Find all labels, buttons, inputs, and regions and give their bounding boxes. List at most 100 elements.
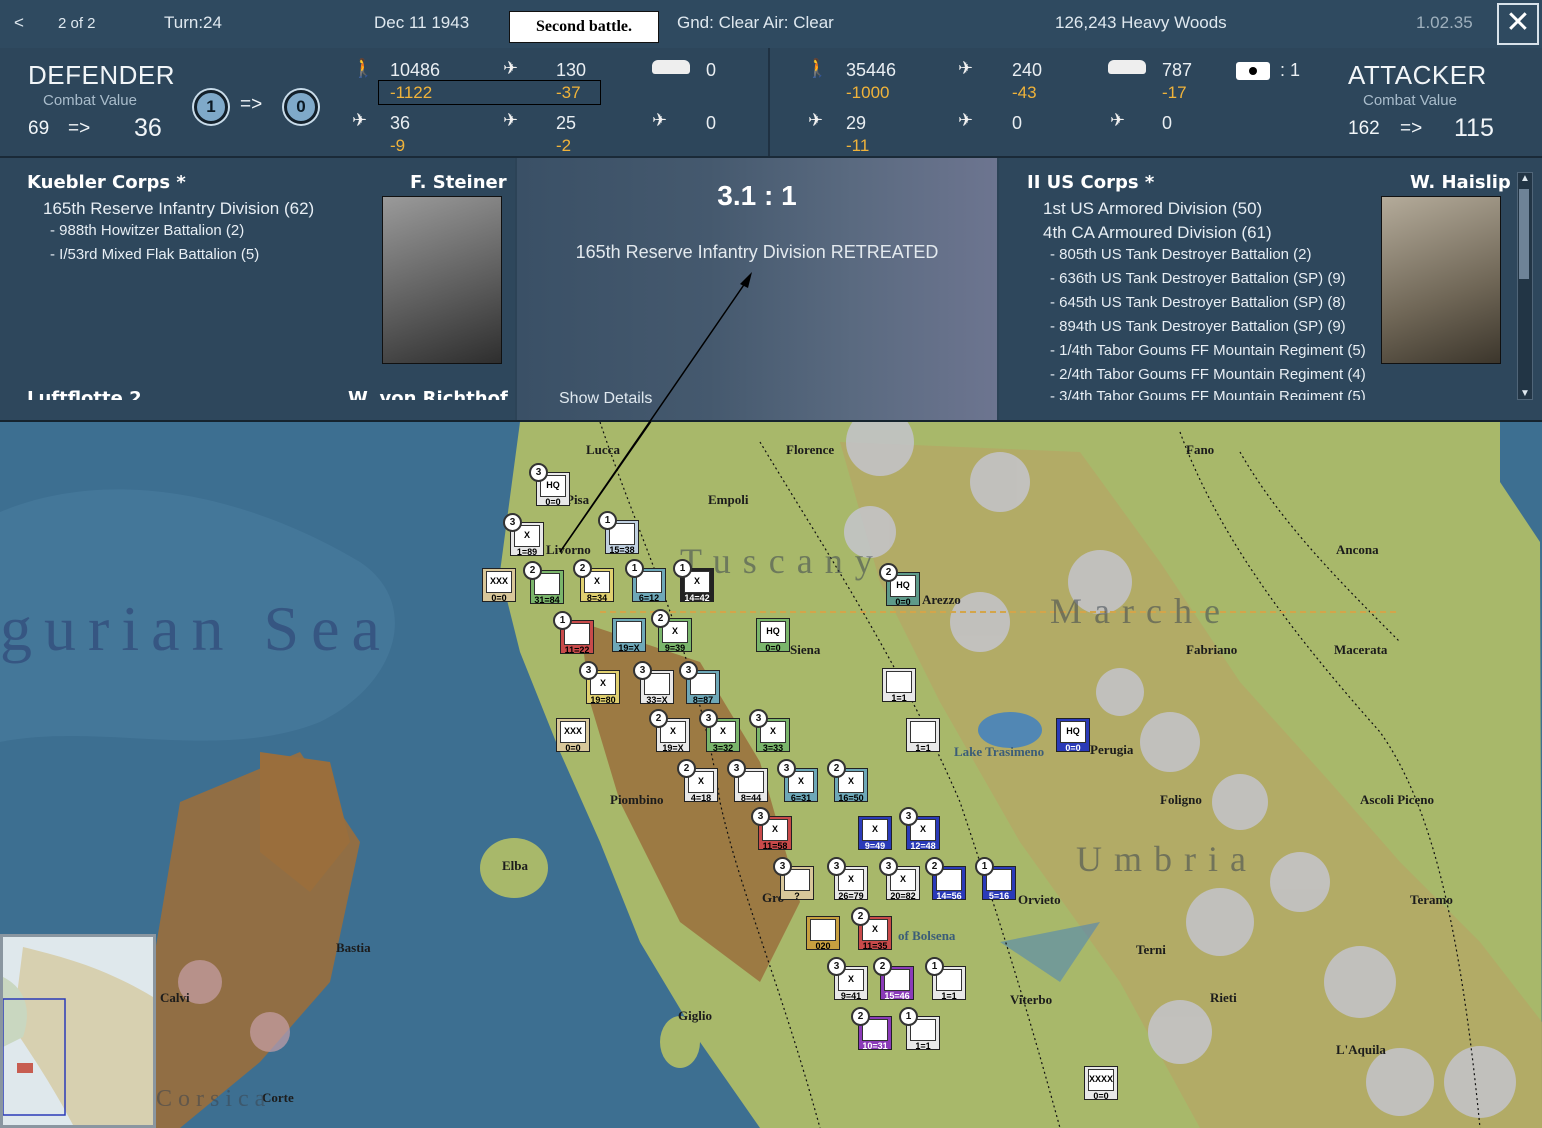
unit-counter[interactable]: HQ 0=0 (756, 618, 790, 653)
unit-counter[interactable]: XXX 0=0 (482, 568, 516, 603)
show-details-link[interactable]: Show Details (559, 390, 652, 408)
unit-experience-badge: 3 (529, 463, 548, 482)
unit-counter[interactable]: X 1=89 3 (503, 513, 544, 557)
unit-counter[interactable]: X 16=50 2 (827, 759, 868, 803)
battle-result-text: 165th Reserve Infantry Division RETREATE… (575, 242, 939, 262)
unit-strength-label: 33=X (646, 695, 668, 705)
battle-selector-button[interactable]: Second battle. (509, 11, 659, 43)
unit-counter[interactable]: 1=1 1 (899, 1007, 940, 1051)
unit-counter[interactable]: X 11=35 2 (851, 907, 892, 951)
unit-strength-label: 0=0 (545, 497, 561, 507)
unit-counter[interactable]: 19=X (612, 618, 646, 653)
city-label: Macerata (1334, 642, 1388, 657)
unit-counter[interactable]: XXXX 0=0 (1084, 1066, 1118, 1101)
unit-counter[interactable]: 8=87 3 (679, 661, 720, 705)
scroll-thumb[interactable] (1519, 189, 1529, 279)
page-indicator: 2 of 2 (58, 15, 96, 32)
attacker-subunit[interactable]: - 3/4th Tabor Goums FF Mountain Regiment… (1050, 388, 1366, 400)
attacker-tanks: 787 (1162, 60, 1193, 80)
top-bar: < 2 of 2 Turn:24 Dec 11 1943 Second batt… (0, 0, 1542, 49)
attacker-scrollbar[interactable]: ▲ ▼ (1517, 172, 1533, 400)
unit-counter[interactable]: HQ 0=0 (1056, 718, 1090, 753)
prev-icon[interactable]: < (14, 13, 24, 33)
unit-counter[interactable]: X 9=41 3 (827, 957, 868, 1001)
defender-subunit[interactable]: - 988th Howitzer Battalion (2) (50, 222, 244, 239)
close-icon[interactable]: ✕ (1497, 3, 1539, 45)
unit-counter[interactable]: X 3=32 3 (699, 709, 740, 753)
unit-counter[interactable]: 31=84 2 (523, 561, 564, 605)
unit-counter[interactable]: 1=1 (906, 718, 940, 753)
unit-counter[interactable]: X 14=42 1 (673, 559, 714, 603)
defender-division[interactable]: 165th Reserve Infantry Division (62) (43, 199, 314, 219)
unit-counter[interactable]: 8=44 3 (727, 759, 768, 803)
city-label: Livorno (546, 542, 591, 557)
unit-counter[interactable]: 33=X 3 (633, 661, 674, 705)
unit-counter[interactable]: X 3=33 3 (749, 709, 790, 753)
attacker-subunit[interactable]: - 636th US Tank Destroyer Battalion (SP)… (1050, 270, 1346, 287)
unit-counter[interactable]: X 11=58 3 (751, 807, 792, 851)
unit-strength-label: 19=X (662, 743, 684, 753)
unit-counter[interactable]: 11=22 1 (553, 611, 594, 655)
unit-counter[interactable]: 10=31 2 (851, 1007, 892, 1051)
unit-strength-label: 11=58 (762, 841, 788, 851)
unit-experience-badge: 1 (598, 511, 617, 530)
unit-strength-label: 1=1 (915, 1041, 931, 1051)
unit-experience-badge: 3 (827, 957, 846, 976)
stats-divider (768, 48, 770, 156)
unit-strength-label: 9=41 (840, 991, 862, 1001)
unit-counter[interactable]: 15=46 2 (873, 957, 914, 1001)
unit-counter[interactable]: X 4=18 2 (677, 759, 718, 803)
unit-counter[interactable]: X 12=48 3 (899, 807, 940, 851)
attacker-division[interactable]: 1st US Armored Division (50) (1043, 199, 1262, 219)
unit-strength-label: 020 (815, 941, 831, 951)
unit-counter[interactable]: 14=56 2 (925, 857, 966, 901)
unit-counter[interactable]: 15=38 1 (598, 511, 639, 555)
unit-counter[interactable]: X 19=80 3 (579, 661, 620, 705)
attacker-corps[interactable]: II US Corps * (1027, 172, 1154, 193)
lake-label: of Bolsena (898, 928, 956, 943)
unit-counter[interactable]: X 8=34 2 (573, 559, 614, 603)
scroll-down-icon[interactable]: ▼ (1518, 388, 1532, 399)
attacker-subunit[interactable]: - 805th US Tank Destroyer Battalion (2) (1050, 246, 1312, 263)
attacker-fighters-loss: -11 (846, 136, 870, 155)
unit-counter[interactable]: X 26=79 3 (827, 857, 868, 901)
city-label: Bastia (336, 940, 371, 955)
unit-counter[interactable]: 1=1 (882, 668, 916, 703)
unit-experience-badge: 3 (773, 857, 792, 876)
unit-counter[interactable]: X 9=49 (858, 816, 892, 851)
unit-counter[interactable]: X 19=X 2 (649, 709, 690, 753)
unit-counter[interactable]: 1=1 1 (925, 957, 966, 1001)
unit-counter[interactable]: 020 (806, 916, 840, 951)
unit-strength-label: ? (794, 891, 800, 901)
unit-symbol: HQ (1060, 721, 1086, 743)
attacker-bombers: 0 (1012, 113, 1023, 133)
unit-counter[interactable]: X 6=31 3 (777, 759, 818, 803)
attacker-subunit[interactable]: - 2/4th Tabor Goums FF Mountain Regiment… (1050, 366, 1366, 383)
unit-strength-label: 16=50 (838, 793, 864, 803)
minimap[interactable] (0, 934, 156, 1128)
unit-counter[interactable]: 5=16 1 (975, 857, 1016, 901)
unit-experience-badge: 2 (523, 561, 542, 580)
island-label: Giglio (678, 1008, 712, 1023)
unit-experience-badge: 3 (751, 807, 770, 826)
unit-counter[interactable]: HQ 0=0 2 (879, 563, 920, 607)
unit-counter[interactable]: XXX 0=0 (556, 718, 590, 753)
scroll-up-icon[interactable]: ▲ (1518, 173, 1532, 184)
unit-counter[interactable]: ? 3 (773, 857, 814, 901)
defender-corps[interactable]: Kuebler Corps * (27, 172, 186, 193)
attacker-title: ATTACKER (1348, 60, 1487, 90)
defender-subunit[interactable]: - I/53rd Mixed Flak Battalion (5) (50, 246, 259, 263)
city-label: Teramo (1410, 892, 1453, 907)
unit-experience-badge: 2 (925, 857, 944, 876)
attacker-subunit[interactable]: - 1/4th Tabor Goums FF Mountain Regiment… (1050, 342, 1366, 359)
unit-counter[interactable]: 6=12 1 (625, 559, 666, 603)
attacker-subunit[interactable]: - 894th US Tank Destroyer Battalion (SP)… (1050, 318, 1346, 335)
attacker-division[interactable]: 4th CA Armoured Division (61) (1043, 223, 1272, 243)
attacker-subunit[interactable]: - 645th US Tank Destroyer Battalion (SP)… (1050, 294, 1346, 311)
unit-counter[interactable]: HQ 0=0 3 (529, 463, 570, 507)
strategic-map[interactable]: gurian Sea Tuscany Marche Umbria Lucca F… (0, 422, 1542, 1128)
unit-counter[interactable]: X 9=39 2 (651, 609, 692, 653)
tank-icon (1108, 60, 1146, 74)
infantry-icon: 🚶 (352, 58, 375, 78)
unit-counter[interactable]: X 20=82 3 (879, 857, 920, 901)
